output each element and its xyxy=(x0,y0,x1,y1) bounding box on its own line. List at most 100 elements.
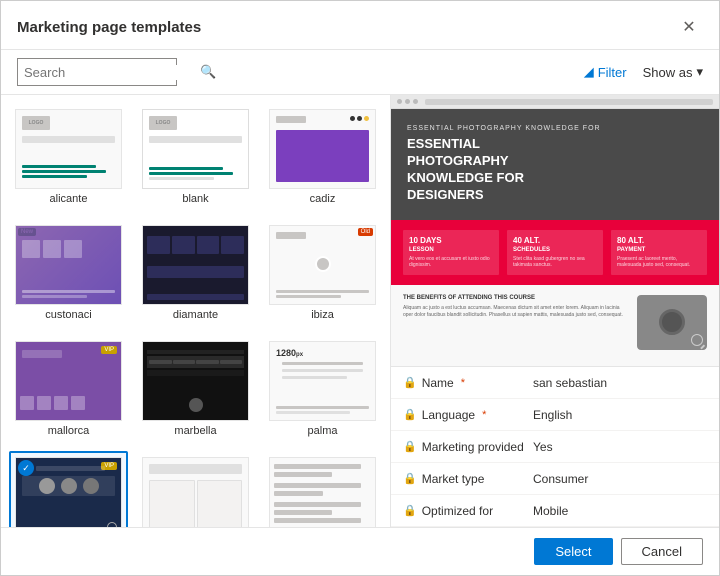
template-thumb-blank: LOGO xyxy=(142,109,249,189)
lock-icon-language: 🔒 xyxy=(403,408,417,421)
preview-text-block: THE BENEFITS OF ATTENDING THIS COURSE Al… xyxy=(403,295,627,356)
preview-card-payment: 80 ALT. PAYMENT Praesent ac laoreet meri… xyxy=(611,230,707,275)
close-button[interactable]: ✕ xyxy=(675,13,703,41)
template-item-ibiza[interactable]: Old ibiza xyxy=(263,219,382,327)
template-label-marbella: marbella xyxy=(174,425,216,437)
preview-card-lesson-text: At vero eos et accusam et iusto odio dig… xyxy=(409,256,493,269)
property-label-market-type-text: Market type xyxy=(422,472,485,486)
template-item-blank[interactable]: LOGO blank xyxy=(136,103,255,211)
dialog-body: LOGO alicante LOGO xyxy=(1,95,719,527)
browser-dot-1 xyxy=(397,99,402,104)
template-thumb-marbella xyxy=(142,341,249,421)
filter-button[interactable]: ◢ Filter xyxy=(584,64,627,80)
search-icon: 🔍 xyxy=(200,64,216,80)
property-value-marketing: Yes xyxy=(533,440,707,454)
preview-card-lesson-title: LESSON xyxy=(409,247,493,253)
property-row-optimized: 🔒 Optimized for Mobile xyxy=(391,495,719,527)
template-thumb-struct-1 xyxy=(269,457,376,527)
template-item-custonaci[interactable]: New custonaci xyxy=(9,219,128,327)
template-thumb-palma: 1280px xyxy=(269,341,376,421)
lock-icon-optimized: 🔒 xyxy=(403,504,417,517)
template-thumb-ibiza: Old xyxy=(269,225,376,305)
browser-address-bar xyxy=(425,99,713,105)
preview-image: ESSENTIAL PHOTOGRAPHY KNOWLEDGE FOR ESSE… xyxy=(391,95,719,366)
preview-card-lesson-num: 10 DAYS xyxy=(409,236,493,245)
preview-bottom-text: Aliquam ac justo a est luctus accumsan. … xyxy=(403,305,627,319)
lock-icon-name: 🔒 xyxy=(403,376,417,389)
lock-icon-marketing: 🔒 xyxy=(403,440,417,453)
preview-hero-eyebrow: ESSENTIAL PHOTOGRAPHY KNOWLEDGE FOR xyxy=(407,125,703,132)
property-row-market-type: 🔒 Market type Consumer xyxy=(391,463,719,495)
template-label-mallorca: mallorca xyxy=(48,425,90,437)
toolbar-right: ◢ Filter Show as ▾ xyxy=(584,64,703,80)
required-star-language: * xyxy=(482,409,486,421)
search-box: 🔍 xyxy=(17,58,177,86)
preview-pink-section: 10 DAYS LESSON At vero eos et accusam et… xyxy=(391,220,719,285)
required-star-name: * xyxy=(461,377,465,389)
property-row-name: 🔒 Name * san sebastian xyxy=(391,367,719,399)
chevron-down-icon: ▾ xyxy=(696,64,703,80)
preview-card-payment-text: Praesent ac laoreet merito, malesuada ju… xyxy=(617,256,701,269)
template-item-marbella[interactable]: marbella xyxy=(136,335,255,443)
property-value-optimized: Mobile xyxy=(533,504,707,518)
template-item-struct-1[interactable]: struct-1 xyxy=(263,451,382,527)
template-label-diamante: diamante xyxy=(173,309,218,321)
property-value-language: English xyxy=(533,408,707,422)
template-label-cadiz: cadiz xyxy=(310,193,336,205)
dialog-title: Marketing page templates xyxy=(17,19,201,36)
browser-dot-2 xyxy=(405,99,410,104)
lock-icon-market-type: 🔒 xyxy=(403,472,417,485)
dialog-header: Marketing page templates ✕ xyxy=(1,1,719,50)
property-label-marketing: 🔒 Marketing provided xyxy=(403,440,533,454)
template-thumb-cadiz xyxy=(269,109,376,189)
preview-area: ESSENTIAL PHOTOGRAPHY KNOWLEDGE FOR ESSE… xyxy=(391,95,719,366)
property-row-marketing: 🔒 Marketing provided Yes xyxy=(391,431,719,463)
preview-card-schedules: 40 ALT. SCHEDULES Stet clita kasd guberg… xyxy=(507,230,603,275)
detail-panel: ESSENTIAL PHOTOGRAPHY KNOWLEDGE FOR ESSE… xyxy=(391,95,719,527)
template-thumb-sitges xyxy=(142,457,249,527)
property-label-language-text: Language xyxy=(422,408,475,422)
template-item-sitges[interactable]: sitges xyxy=(136,451,255,527)
selected-checkmark: ✓ xyxy=(18,460,34,476)
template-label-alicante: alicante xyxy=(50,193,88,205)
template-thumb-diamante xyxy=(142,225,249,305)
marketing-templates-dialog: Marketing page templates ✕ 🔍 ◢ Filter Sh… xyxy=(0,0,720,576)
template-label-blank: blank xyxy=(182,193,208,205)
preview-card-schedules-text: Stet clita kasd gubergren no sea takimat… xyxy=(513,256,597,269)
preview-camera-search-icon xyxy=(691,334,703,346)
preview-card-payment-num: 80 ALT. xyxy=(617,236,701,245)
dialog-toolbar: 🔍 ◢ Filter Show as ▾ xyxy=(1,50,719,95)
search-input[interactable] xyxy=(24,65,200,80)
template-item-cadiz[interactable]: cadiz xyxy=(263,103,382,211)
preview-card-schedules-num: 40 ALT. xyxy=(513,236,597,245)
browser-dot-3 xyxy=(413,99,418,104)
template-thumb-san-sebastian: ✓ VIP xyxy=(15,457,122,527)
preview-card-lesson: 10 DAYS LESSON At vero eos et accusam et… xyxy=(403,230,499,275)
property-label-marketing-text: Marketing provided xyxy=(422,440,524,454)
template-item-san-sebastian[interactable]: ✓ VIP san sebastian xyxy=(9,451,128,527)
template-item-mallorca[interactable]: VIP mallorca xyxy=(9,335,128,443)
preview-browser-bar xyxy=(391,95,719,109)
filter-label: Filter xyxy=(598,65,627,80)
property-label-optimized-text: Optimized for xyxy=(422,504,493,518)
show-as-button[interactable]: Show as ▾ xyxy=(643,64,703,80)
cancel-button[interactable]: Cancel xyxy=(621,538,703,565)
select-button[interactable]: Select xyxy=(534,538,612,565)
preview-hero: ESSENTIAL PHOTOGRAPHY KNOWLEDGE FOR ESSE… xyxy=(391,109,719,220)
template-label-ibiza: ibiza xyxy=(311,309,334,321)
template-item-diamante[interactable]: diamante xyxy=(136,219,255,327)
template-item-alicante[interactable]: LOGO alicante xyxy=(9,103,128,211)
property-value-name: san sebastian xyxy=(533,376,707,390)
template-item-palma[interactable]: 1280px palma xyxy=(263,335,382,443)
property-label-language: 🔒 Language * xyxy=(403,408,533,422)
preview-card-payment-title: PAYMENT xyxy=(617,247,701,253)
template-list: LOGO alicante LOGO xyxy=(1,95,391,527)
show-as-label: Show as xyxy=(643,65,693,80)
template-thumb-mallorca: VIP xyxy=(15,341,122,421)
properties-section: 🔒 Name * san sebastian 🔒 Language * Engl… xyxy=(391,366,719,527)
template-thumb-alicante: LOGO xyxy=(15,109,122,189)
preview-camera xyxy=(637,295,707,350)
preview-hero-title: ESSENTIALPHOTOGRAPHYKNOWLEDGE FORDESIGNE… xyxy=(407,136,703,204)
preview-card-schedules-title: SCHEDULES xyxy=(513,247,597,253)
preview-bottom: THE BENEFITS OF ATTENDING THIS COURSE Al… xyxy=(391,285,719,366)
